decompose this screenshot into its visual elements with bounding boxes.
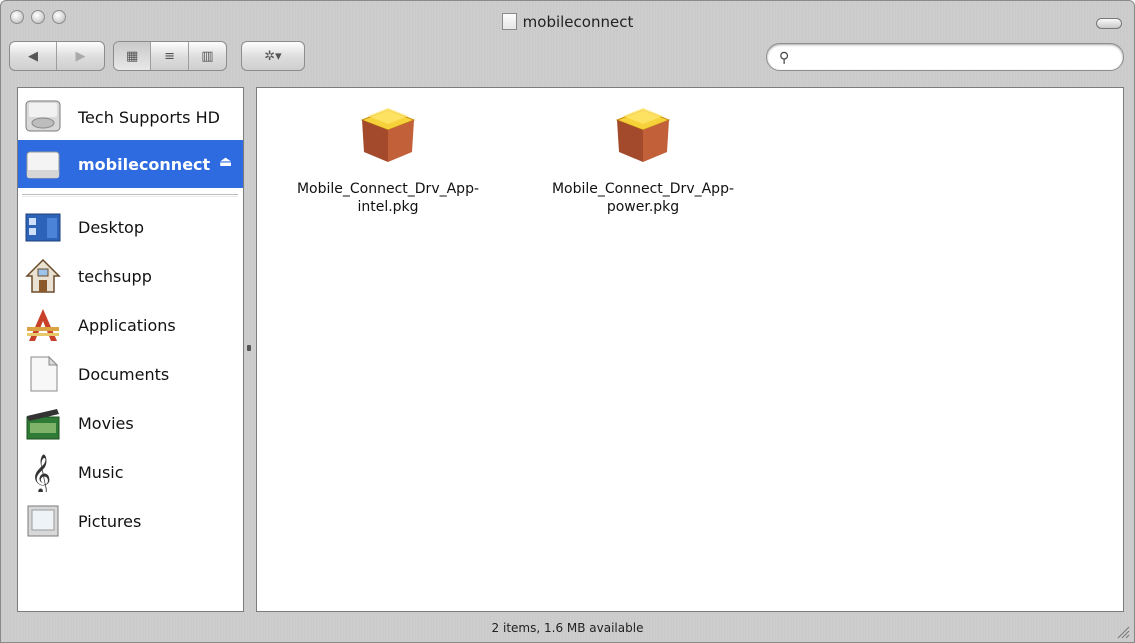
action-menu-button[interactable]: ✲▾ — [241, 41, 305, 71]
sidebar-item-label: mobileconnect — [78, 154, 211, 174]
hard-drive-icon — [22, 96, 64, 138]
toolbar-toggle-button[interactable] — [1096, 18, 1122, 29]
music-icon: 𝄞 — [22, 451, 64, 493]
file-name: Mobile_Connect_Drv_App- intel.pkg — [296, 181, 480, 215]
sidebar-item-pictures[interactable]: Pictures — [18, 498, 243, 544]
sidebar-divider — [22, 194, 238, 197]
eject-icon[interactable]: ⏏ — [219, 154, 232, 170]
nav-buttons: ◀ ▶ — [9, 41, 105, 71]
sidebar-item-label: Documents — [78, 364, 170, 384]
svg-text:𝄞: 𝄞 — [31, 454, 51, 492]
list-view-button[interactable]: ≡ — [151, 42, 189, 70]
pictures-icon — [22, 500, 64, 542]
splitter-handle-icon — [247, 345, 251, 351]
icon-view-button[interactable]: ▦ — [114, 42, 152, 70]
sidebar-item-label: Pictures — [78, 511, 142, 531]
forward-button[interactable]: ▶ — [57, 42, 104, 70]
volume-icon — [501, 13, 517, 30]
window-title-text: mobileconnect — [522, 13, 634, 31]
sidebar-item-tech-supports-hd[interactable]: Tech Supports HD — [18, 94, 243, 140]
sidebar-item-label: Desktop — [78, 217, 144, 237]
search-icon: ⚲ — [779, 50, 790, 66]
file-item[interactable]: Mobile_Connect_Drv_App- intel.pkg — [268, 106, 508, 216]
search-input[interactable] — [799, 47, 1113, 69]
sidebar-item-label: techsupp — [78, 266, 152, 286]
documents-icon — [22, 353, 64, 395]
sidebar-item-movies[interactable]: Movies — [18, 400, 243, 446]
sidebar-item-label: Applications — [78, 315, 176, 335]
title-bar[interactable]: mobileconnect — [1, 1, 1134, 39]
action-button[interactable]: ✲▾ — [242, 42, 304, 70]
home-icon — [22, 255, 64, 297]
sidebar-item-desktop[interactable]: Desktop — [18, 204, 243, 250]
package-icon — [611, 106, 675, 166]
sidebar-item-mobileconnect[interactable]: mobileconnect ⏏ — [18, 140, 243, 188]
back-arrow-icon: ◀ — [28, 48, 38, 64]
sidebar-item-documents[interactable]: Documents — [18, 351, 243, 397]
sidebar-item-label: Tech Supports HD — [78, 107, 220, 127]
back-button[interactable]: ◀ — [10, 42, 58, 70]
search-field[interactable]: ⚲ — [766, 43, 1124, 71]
column-view-button[interactable]: ▥ — [189, 42, 226, 70]
movies-icon — [22, 402, 64, 444]
sidebar-item-label: Movies — [78, 413, 134, 433]
gear-icon: ✲▾ — [264, 48, 282, 64]
column-view-icon: ▥ — [201, 48, 214, 64]
window-title: mobileconnect — [1, 13, 1134, 31]
status-text: 2 items, 1.6 MB available — [491, 621, 644, 635]
applications-icon — [22, 304, 64, 346]
sidebar-item-label: Music — [78, 462, 124, 482]
forward-arrow-icon: ▶ — [75, 48, 86, 64]
file-browser: Mobile_Connect_Drv_App- intel.pkg Mobile… — [256, 87, 1124, 612]
finder-window: mobileconnect ◀ ▶ ▦ ≡ ▥ ✲▾ ⚲ Tech Suppor… — [0, 0, 1135, 643]
desktop-icon — [22, 206, 64, 248]
resize-grip-icon[interactable] — [1116, 624, 1130, 639]
sidebar-splitter[interactable] — [244, 87, 256, 612]
sidebar: Tech Supports HD mobileconnect ⏏ Desktop… — [17, 87, 244, 612]
list-view-icon: ≡ — [164, 48, 175, 64]
file-item[interactable]: Mobile_Connect_Drv_App- power.pkg — [523, 106, 763, 216]
sidebar-item-applications[interactable]: Applications — [18, 302, 243, 348]
sidebar-item-music[interactable]: 𝄞 Music — [18, 449, 243, 495]
disk-image-icon — [22, 143, 64, 185]
file-name: Mobile_Connect_Drv_App- power.pkg — [551, 181, 735, 215]
view-buttons: ▦ ≡ ▥ — [113, 41, 227, 71]
status-bar: 2 items, 1.6 MB available — [1, 614, 1134, 642]
icon-view-icon: ▦ — [126, 48, 139, 64]
package-icon — [356, 106, 420, 166]
sidebar-item-techsupp[interactable]: techsupp — [18, 253, 243, 299]
